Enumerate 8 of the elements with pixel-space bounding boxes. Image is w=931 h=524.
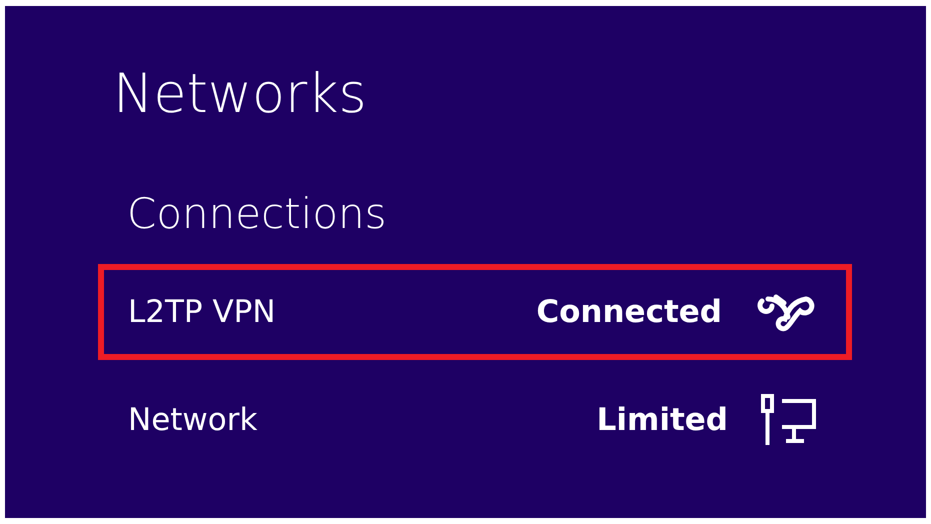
section-heading: Connections	[127, 188, 388, 240]
connection-row[interactable]: Network Limited	[98, 372, 852, 468]
connection-name: L2TP VPN	[128, 294, 277, 330]
connection-status: Limited	[596, 402, 728, 438]
connection-row[interactable]: L2TP VPN Connected	[98, 264, 852, 360]
connection-status: Connected	[536, 294, 722, 330]
panel-title: Networks	[113, 61, 368, 127]
connection-name: Network	[128, 402, 258, 438]
